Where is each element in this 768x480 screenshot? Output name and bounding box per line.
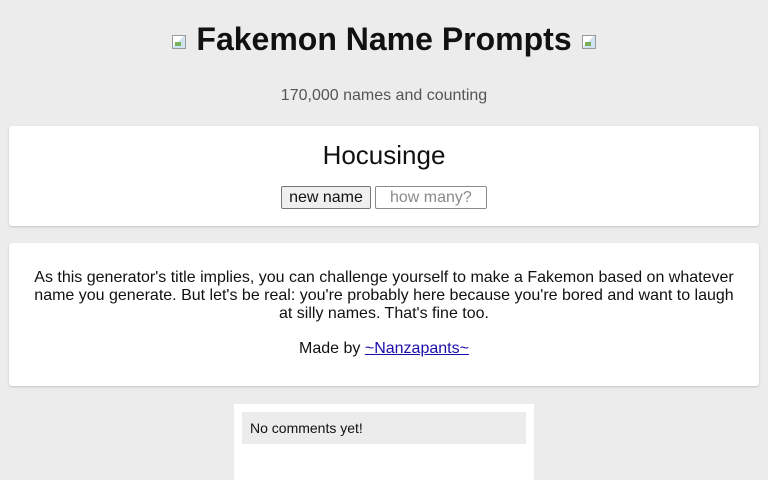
title-row: Fakemon Name Prompts [0, 18, 768, 60]
how-many-input[interactable] [374, 186, 487, 209]
no-comments-message: No comments yet! [242, 412, 526, 444]
comments-panel: No comments yet! [234, 404, 534, 480]
page-header: Fakemon Name Prompts 170,000 names and c… [0, 18, 768, 105]
generator-card: Hocusinge new name [9, 126, 759, 226]
description-text: As this generator's title implies, you c… [34, 269, 734, 322]
credit-prefix: Made by [299, 340, 365, 357]
page-subtitle: 170,000 names and counting [280, 87, 488, 104]
broken-image-icon [581, 35, 596, 49]
broken-image-icon [172, 35, 187, 49]
author-link[interactable]: ~Nanzapants~ [365, 340, 469, 357]
page-title: Fakemon Name Prompts [196, 20, 572, 57]
new-name-button[interactable]: new name [281, 186, 371, 209]
generated-name: Hocusinge [322, 140, 446, 170]
generator-controls: new name [9, 186, 759, 209]
info-card: As this generator's title implies, you c… [9, 243, 759, 386]
credit-line: Made by ~Nanzapants~ [9, 340, 759, 358]
